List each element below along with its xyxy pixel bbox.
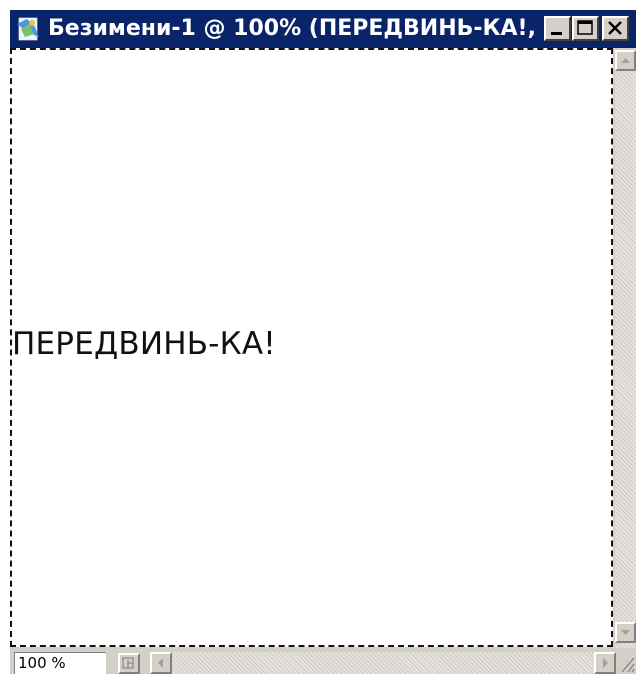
resize-grip-icon xyxy=(621,657,635,673)
vertical-scrollbar[interactable] xyxy=(615,50,636,648)
status-bar: 100 % xyxy=(10,648,636,674)
arrow-right-icon xyxy=(603,658,608,668)
close-icon xyxy=(608,21,622,35)
window-titlebar[interactable]: Безимени-1 @ 100% (ПЕРЕДВИНЬ-КА!, R... xyxy=(10,10,636,48)
photoshop-document-icon xyxy=(15,15,41,43)
scroll-up-button[interactable] xyxy=(615,50,636,71)
close-button[interactable] xyxy=(602,16,629,41)
window-title: Безимени-1 @ 100% (ПЕРЕДВИНЬ-КА!, R... xyxy=(48,16,538,41)
maximize-button[interactable] xyxy=(572,16,599,41)
status-menu-button[interactable] xyxy=(118,653,140,674)
maximize-icon xyxy=(577,20,593,35)
horizontal-scrollbar[interactable] xyxy=(172,652,594,674)
resize-grip[interactable] xyxy=(616,652,636,674)
scroll-right-button[interactable] xyxy=(594,652,616,674)
arrow-left-icon xyxy=(158,658,163,668)
scroll-left-button[interactable] xyxy=(150,652,172,674)
minimize-icon xyxy=(551,32,562,35)
arrow-down-icon xyxy=(621,630,630,635)
minimize-button[interactable] xyxy=(544,16,571,41)
document-info-icon xyxy=(122,657,134,669)
text-layer[interactable]: ПЕРЕДВИНЬ-КА! xyxy=(12,326,276,362)
zoom-level-field[interactable]: 100 % xyxy=(14,652,106,674)
scroll-down-button[interactable] xyxy=(615,622,636,643)
arrow-up-icon xyxy=(621,58,630,63)
